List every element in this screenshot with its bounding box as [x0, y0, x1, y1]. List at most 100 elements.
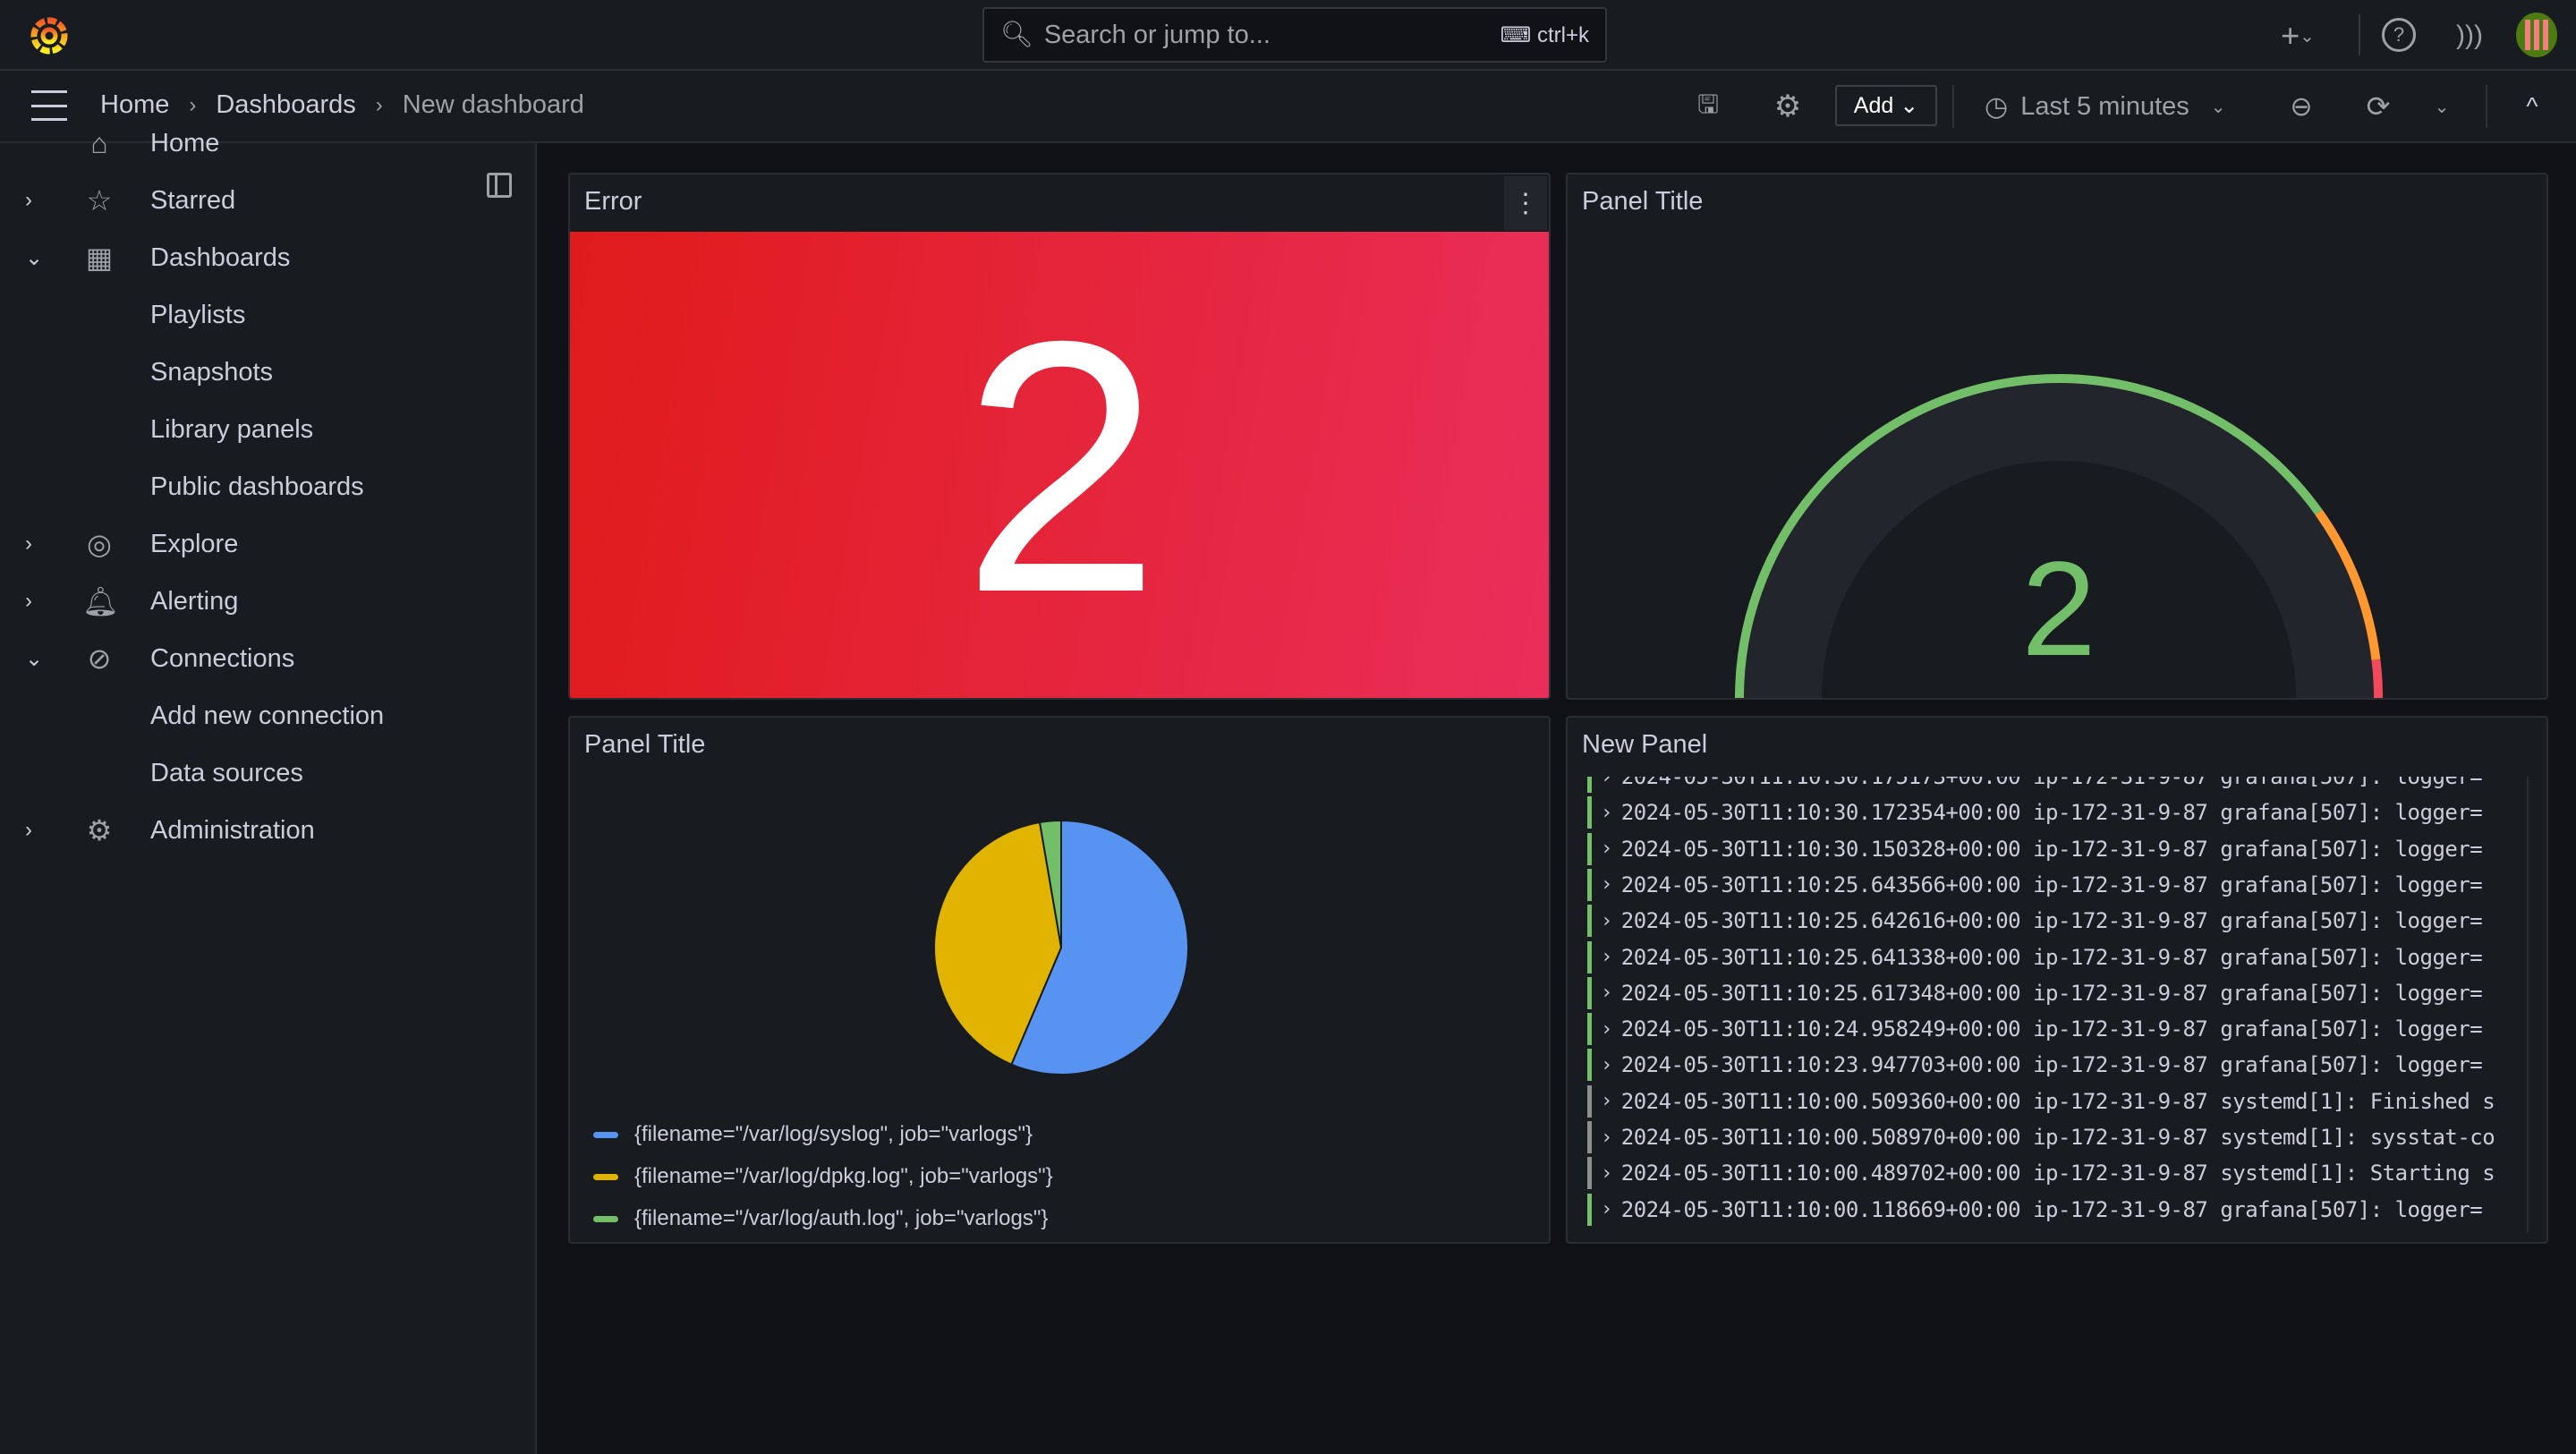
top-bar: 🔍︎ Search or jump to... ⌨ ctrl+k + ⌄ ? )…	[0, 0, 2576, 71]
log-row[interactable]: › 2024-05-30T11:10:00.118669+00:00 ip-172…	[1587, 1192, 2483, 1228]
log-row[interactable]: › 2024-05-30T11:10:00.509360+00:00 ip-172…	[1587, 1084, 2495, 1119]
sidebar-item-explore[interactable]: › ◎ Explore	[0, 517, 537, 571]
divider	[1952, 85, 1954, 128]
bell-icon: 🔔︎	[82, 585, 119, 617]
log-level-indicator	[1587, 976, 1592, 1009]
log-level-indicator	[1587, 1157, 1592, 1190]
sidebar-item-add-new-connection[interactable]: Add new connection	[0, 689, 537, 743]
log-level-indicator	[1587, 1084, 1592, 1118]
search-icon: 🔍︎	[1000, 21, 1033, 49]
legend-swatch	[593, 1173, 618, 1180]
sidebar-item-snapshots[interactable]: Snapshots	[0, 345, 537, 399]
refresh-icon[interactable]: ⟳	[2360, 89, 2396, 124]
legend-swatch	[593, 1215, 618, 1222]
legend-item[interactable]: {filename="/var/log/auth.log", job="varl…	[593, 1206, 1048, 1231]
sidebar-item-library-panels[interactable]: Library panels	[0, 403, 537, 456]
log-row[interactable]: › 2024-05-30T11:10:25.643566+00:00 ip-172…	[1587, 867, 2483, 903]
log-row[interactable]: › 2024-05-30T11:10:30.172354+00:00 ip-172…	[1587, 795, 2483, 830]
expand-chevron-icon[interactable]: ›	[1601, 1054, 1612, 1076]
panel-title[interactable]: Error	[584, 187, 642, 217]
log-row[interactable]: › 2024-05-30T11:10:30.175173+00:00 ip-172…	[1587, 777, 2483, 795]
sidebar-item-label: Administration	[150, 815, 315, 845]
sidebar-item-data-sources[interactable]: Data sources	[0, 746, 537, 800]
expand-chevron-icon[interactable]: ›	[25, 589, 32, 614]
log-list: › 2024-05-30T11:10:30.175173+00:00 ip-172…	[1568, 777, 2516, 1233]
legend-item[interactable]: {filename="/var/log/dpkg.log", job="varl…	[593, 1164, 1053, 1189]
sidebar-item-public-dashboards[interactable]: Public dashboards	[0, 460, 537, 514]
log-row[interactable]: › 2024-05-30T11:10:25.617348+00:00 ip-172…	[1587, 975, 2483, 1011]
log-row[interactable]: › 2024-05-30T11:10:00.489702+00:00 ip-172…	[1587, 1155, 2495, 1191]
log-row[interactable]: › 2024-05-30T11:10:23.947703+00:00 ip-172…	[1587, 1047, 2483, 1083]
search-input[interactable]: 🔍︎ Search or jump to... ⌨ ctrl+k	[982, 7, 1607, 63]
sidebar-item-home[interactable]: ⌂ Home	[0, 116, 537, 170]
panel-title[interactable]: New Panel	[1582, 730, 1707, 760]
scrollbar[interactable]	[2527, 777, 2529, 1233]
sidebar-item-administration[interactable]: › ⚙ Administration	[0, 804, 537, 857]
expand-chevron-icon[interactable]: ›	[1601, 1018, 1612, 1041]
new-plus-icon[interactable]: + ⌄	[2271, 16, 2325, 55]
time-range-picker[interactable]: ◷ Last 5 minutes ⌄	[1985, 85, 2226, 128]
expand-chevron-icon[interactable]: ›	[1601, 838, 1612, 860]
log-level-indicator	[1587, 777, 1592, 793]
connections-icon: ⊘	[87, 642, 112, 675]
save-icon[interactable]: 🖫	[1691, 90, 1725, 124]
log-row[interactable]: › 2024-05-30T11:10:00.508970+00:00 ip-172…	[1587, 1119, 2495, 1155]
refresh-interval-chevron-icon[interactable]: ⌄	[2428, 89, 2455, 124]
log-level-indicator	[1587, 1013, 1592, 1046]
expand-chevron-icon[interactable]: ›	[1601, 946, 1612, 968]
apps-icon: ▦	[85, 242, 114, 274]
sidebar-item-label: Connections	[150, 643, 295, 673]
chevron-right-icon: ›	[189, 92, 197, 117]
help-icon[interactable]: ?	[2382, 18, 2416, 52]
sidebar-item-starred[interactable]: › ☆ Starred	[0, 174, 537, 227]
grafana-logo-icon[interactable]	[27, 13, 72, 57]
sidebar-item-label: Snapshots	[150, 357, 274, 387]
sidebar-item-connections[interactable]: ⌄ ⊘ Connections	[0, 632, 537, 685]
divider	[2359, 14, 2360, 55]
expand-chevron-icon[interactable]: ›	[1601, 1198, 1612, 1220]
zoom-out-icon[interactable]: ⊖	[2283, 89, 2319, 124]
log-row[interactable]: › 2024-05-30T11:10:30.150328+00:00 ip-172…	[1587, 831, 2483, 867]
panel-gauge: Panel Title 2	[1566, 173, 2548, 700]
expand-chevron-icon[interactable]: ›	[25, 531, 32, 557]
log-level-indicator	[1587, 940, 1592, 974]
expand-chevron-icon[interactable]: ›	[25, 818, 32, 843]
gear-icon[interactable]: ⚙	[1770, 89, 1806, 124]
expand-chevron-icon[interactable]: ›	[1601, 1090, 1612, 1112]
expand-chevron-icon[interactable]: ›	[1601, 1162, 1612, 1185]
legend-swatch	[593, 1131, 618, 1138]
star-icon: ☆	[86, 184, 113, 217]
log-level-indicator	[1587, 1193, 1592, 1226]
expand-chevron-icon[interactable]: ›	[1601, 982, 1612, 1004]
panel-menu-icon[interactable]: ⋮	[1504, 176, 1547, 230]
panel-error-stat: Error ⋮ 2	[568, 173, 1551, 700]
panel-title[interactable]: Panel Title	[1582, 187, 1703, 217]
expand-chevron-icon[interactable]: ›	[1601, 1127, 1612, 1149]
expand-chevron-icon[interactable]: ›	[1601, 873, 1612, 896]
log-row[interactable]: › 2024-05-30T11:10:25.642616+00:00 ip-172…	[1587, 903, 2483, 939]
log-row[interactable]: › 2024-05-30T11:10:25.641338+00:00 ip-172…	[1587, 940, 2483, 975]
expand-chevron-icon[interactable]: ›	[1601, 777, 1612, 788]
gauge-value: 2	[2021, 533, 2096, 684]
collapse-chevron-up-icon[interactable]: ^	[2514, 89, 2550, 124]
expand-chevron-icon[interactable]: ›	[1601, 910, 1612, 932]
sidebar-item-playlists[interactable]: Playlists	[0, 288, 537, 342]
expand-chevron-icon[interactable]: ›	[1601, 802, 1612, 824]
log-row[interactable]: › 2024-05-30T11:10:24.958249+00:00 ip-172…	[1587, 1011, 2483, 1047]
panel-logs: New Panel › 2024-05-30T11:10:30.175173+00…	[1566, 716, 2548, 1244]
add-button[interactable]: Add ⌄	[1835, 85, 1937, 126]
expand-chevron-icon[interactable]: ⌄	[25, 646, 43, 672]
rss-news-icon[interactable]: )))	[2452, 16, 2487, 55]
sidebar-item-alerting[interactable]: › 🔔︎ Alerting	[0, 574, 537, 628]
user-avatar[interactable]	[2516, 13, 2557, 57]
sidebar-item-label: Explore	[150, 529, 239, 558]
gear-icon: ⚙	[86, 814, 113, 846]
legend-item[interactable]: {filename="/var/log/syslog", job="varlog…	[593, 1122, 1033, 1147]
chevron-right-icon: ›	[375, 92, 383, 117]
expand-chevron-icon[interactable]: ›	[25, 188, 32, 213]
expand-chevron-icon[interactable]: ⌄	[25, 245, 43, 271]
sidebar: ⌂ Home › ☆ Starred ⌄ ▦ Dashboards Playlists Snaps…	[0, 127, 537, 1454]
sidebar-item-dashboards[interactable]: ⌄ ▦ Dashboards	[0, 231, 537, 285]
clock-icon: ◷	[1985, 91, 2009, 122]
sidebar-item-label: Data sources	[150, 758, 303, 787]
